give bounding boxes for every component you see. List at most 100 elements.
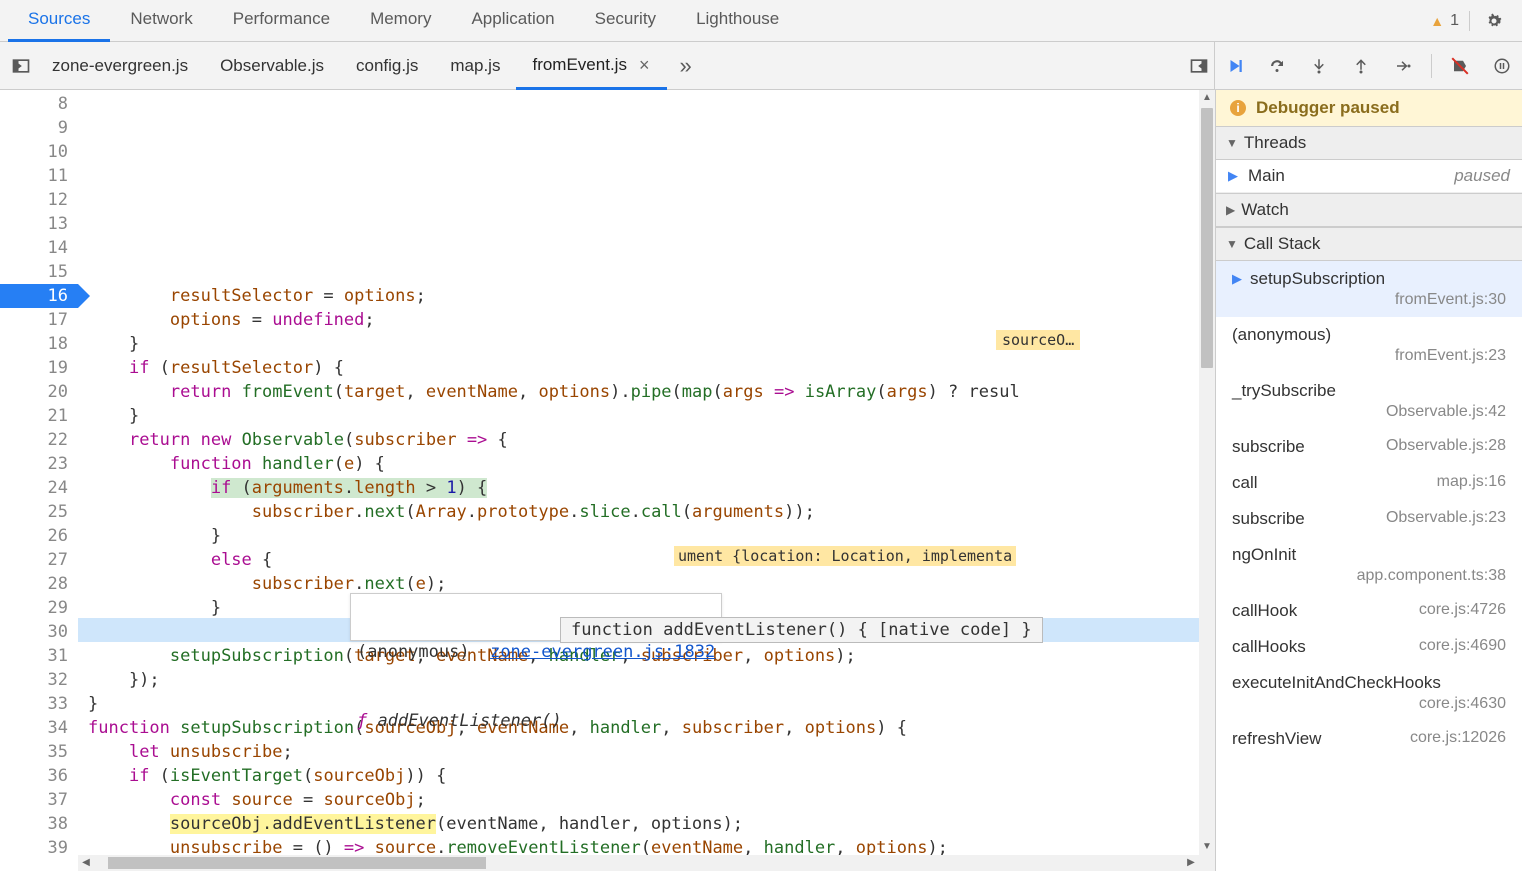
tab-lighthouse[interactable]: Lighthouse [676,0,799,42]
line-number[interactable]: 31 [0,644,68,668]
code-line: } [88,524,1215,548]
line-number[interactable]: 21 [0,404,68,428]
line-number[interactable]: 25 [0,500,68,524]
line-number[interactable]: 11 [0,164,68,188]
line-number[interactable]: 37 [0,788,68,812]
step-into-button[interactable] [1305,52,1333,80]
resume-button[interactable] [1221,52,1249,80]
line-number[interactable]: 29 [0,596,68,620]
line-number[interactable]: 30 [0,620,68,644]
line-number[interactable]: 32 [0,668,68,692]
code-line: if (arguments.length > 1) { [88,476,1215,500]
debugger-toggle-icon[interactable] [1184,51,1214,81]
line-number[interactable]: 24 [0,476,68,500]
file-tab-config[interactable]: config.js [340,42,434,90]
call-stack-frame[interactable]: refreshViewcore.js:12026 [1216,721,1522,757]
main-content: 8910111213141516171819202122232425262728… [0,90,1522,871]
line-number[interactable]: 20 [0,380,68,404]
tab-network[interactable]: Network [110,0,212,42]
step-out-button[interactable] [1347,52,1375,80]
line-number[interactable]: 14 [0,236,68,260]
file-tab-map[interactable]: map.js [434,42,516,90]
line-number[interactable]: 28 [0,572,68,596]
call-stack-frame[interactable]: ▶setupSubscriptionfromEvent.js:30 [1216,261,1522,317]
call-stack-frame[interactable]: executeInitAndCheckHookscore.js:4630 [1216,665,1522,721]
scroll-down-icon[interactable]: ▼ [1199,839,1215,855]
line-number[interactable]: 16 [0,284,78,308]
code-line: sourceObj.addEventListener(eventName, ha… [88,812,1215,836]
current-frame-icon: ▶ [1232,271,1242,287]
line-number[interactable]: 8 [0,92,68,116]
line-number[interactable]: 26 [0,524,68,548]
debugger-paused-banner: i Debugger paused [1216,90,1522,126]
line-number[interactable]: 27 [0,548,68,572]
line-number[interactable]: 35 [0,740,68,764]
file-tab-observable[interactable]: Observable.js [204,42,340,90]
scroll-left-icon[interactable]: ◀ [78,855,94,871]
code-line: return new Observable(subscriber => { [88,428,1215,452]
call-stack-frame[interactable]: callHookcore.js:4726 [1216,593,1522,629]
step-button[interactable] [1389,52,1417,80]
line-number[interactable]: 39 [0,836,68,860]
navigator-toggle-icon[interactable] [6,51,36,81]
tab-performance[interactable]: Performance [213,0,350,42]
call-stack-list: ▶setupSubscriptionfromEvent.js:30(anonym… [1216,261,1522,871]
threads-section-header[interactable]: ▼Threads [1216,126,1522,160]
tabs-overflow-icon[interactable]: » [667,53,703,79]
call-stack-frame[interactable]: callmap.js:16 [1216,465,1522,501]
tab-application[interactable]: Application [451,0,574,42]
line-number[interactable]: 9 [0,116,68,140]
chevron-right-icon: ▶ [1226,203,1235,217]
pause-on-exceptions-button[interactable] [1488,52,1516,80]
tab-memory[interactable]: Memory [350,0,451,42]
call-stack-frame[interactable]: subscribeObservable.js:28 [1216,429,1522,465]
line-number[interactable]: 23 [0,452,68,476]
line-number[interactable]: 22 [0,428,68,452]
code-line: } [88,404,1215,428]
line-number[interactable]: 15 [0,260,68,284]
line-number[interactable]: 13 [0,212,68,236]
scroll-up-icon[interactable]: ▲ [1199,90,1215,106]
line-number[interactable]: 36 [0,764,68,788]
line-number[interactable]: 33 [0,692,68,716]
line-number[interactable]: 17 [0,308,68,332]
call-stack-frame[interactable]: ngOnInitapp.component.ts:38 [1216,537,1522,593]
debugger-panel: i Debugger paused ▼Threads ▶ Main paused… [1216,90,1522,871]
scroll-right-icon[interactable]: ▶ [1183,855,1199,871]
line-number[interactable]: 19 [0,356,68,380]
tab-security[interactable]: Security [575,0,676,42]
file-tab-zone[interactable]: zone-evergreen.js [36,42,204,90]
thread-row-main[interactable]: ▶ Main paused [1216,160,1522,193]
sources-toolbar: zone-evergreen.js Observable.js config.j… [0,42,1522,90]
code-line: const source = sourceObj; [88,788,1215,812]
info-icon: i [1230,100,1246,116]
code-area[interactable]: sourceO… ument {location: Location, impl… [78,90,1215,871]
close-icon[interactable]: × [637,56,652,74]
gear-icon[interactable] [1484,11,1504,31]
line-number[interactable]: 12 [0,188,68,212]
code-line: return fromEvent(target, eventName, opti… [88,380,1215,404]
code-line: else { [88,548,1215,572]
warnings-count[interactable]: ▲1 [1420,12,1469,30]
watch-section-header[interactable]: ▶Watch [1216,193,1522,227]
line-number[interactable]: 10 [0,140,68,164]
file-tab-fromevent[interactable]: fromEvent.js× [516,42,667,90]
call-stack-frame[interactable]: (anonymous)fromEvent.js:23 [1216,317,1522,373]
deactivate-breakpoints-button[interactable] [1446,52,1474,80]
tooltip-source-link[interactable]: zone-evergreen.js:1832 [490,642,715,662]
scroll-thumb[interactable] [1201,108,1213,368]
call-stack-frame[interactable]: _trySubscribeObservable.js:42 [1216,373,1522,429]
step-over-button[interactable] [1263,52,1291,80]
line-number[interactable]: 34 [0,716,68,740]
call-stack-frame[interactable]: subscribeObservable.js:23 [1216,501,1522,537]
scroll-thumb-h[interactable] [108,857,486,869]
line-number[interactable]: 38 [0,812,68,836]
line-number[interactable]: 18 [0,332,68,356]
inline-value-overlay: sourceO… [996,330,1080,350]
callstack-section-header[interactable]: ▼Call Stack [1216,227,1522,261]
call-stack-frame[interactable]: callHookscore.js:4690 [1216,629,1522,665]
vertical-scrollbar[interactable]: ▲ ▼ [1199,90,1215,871]
horizontal-scrollbar[interactable]: ◀ ▶ [78,855,1199,871]
code-line: function handler(e) { [88,452,1215,476]
tab-sources[interactable]: Sources [8,0,110,42]
